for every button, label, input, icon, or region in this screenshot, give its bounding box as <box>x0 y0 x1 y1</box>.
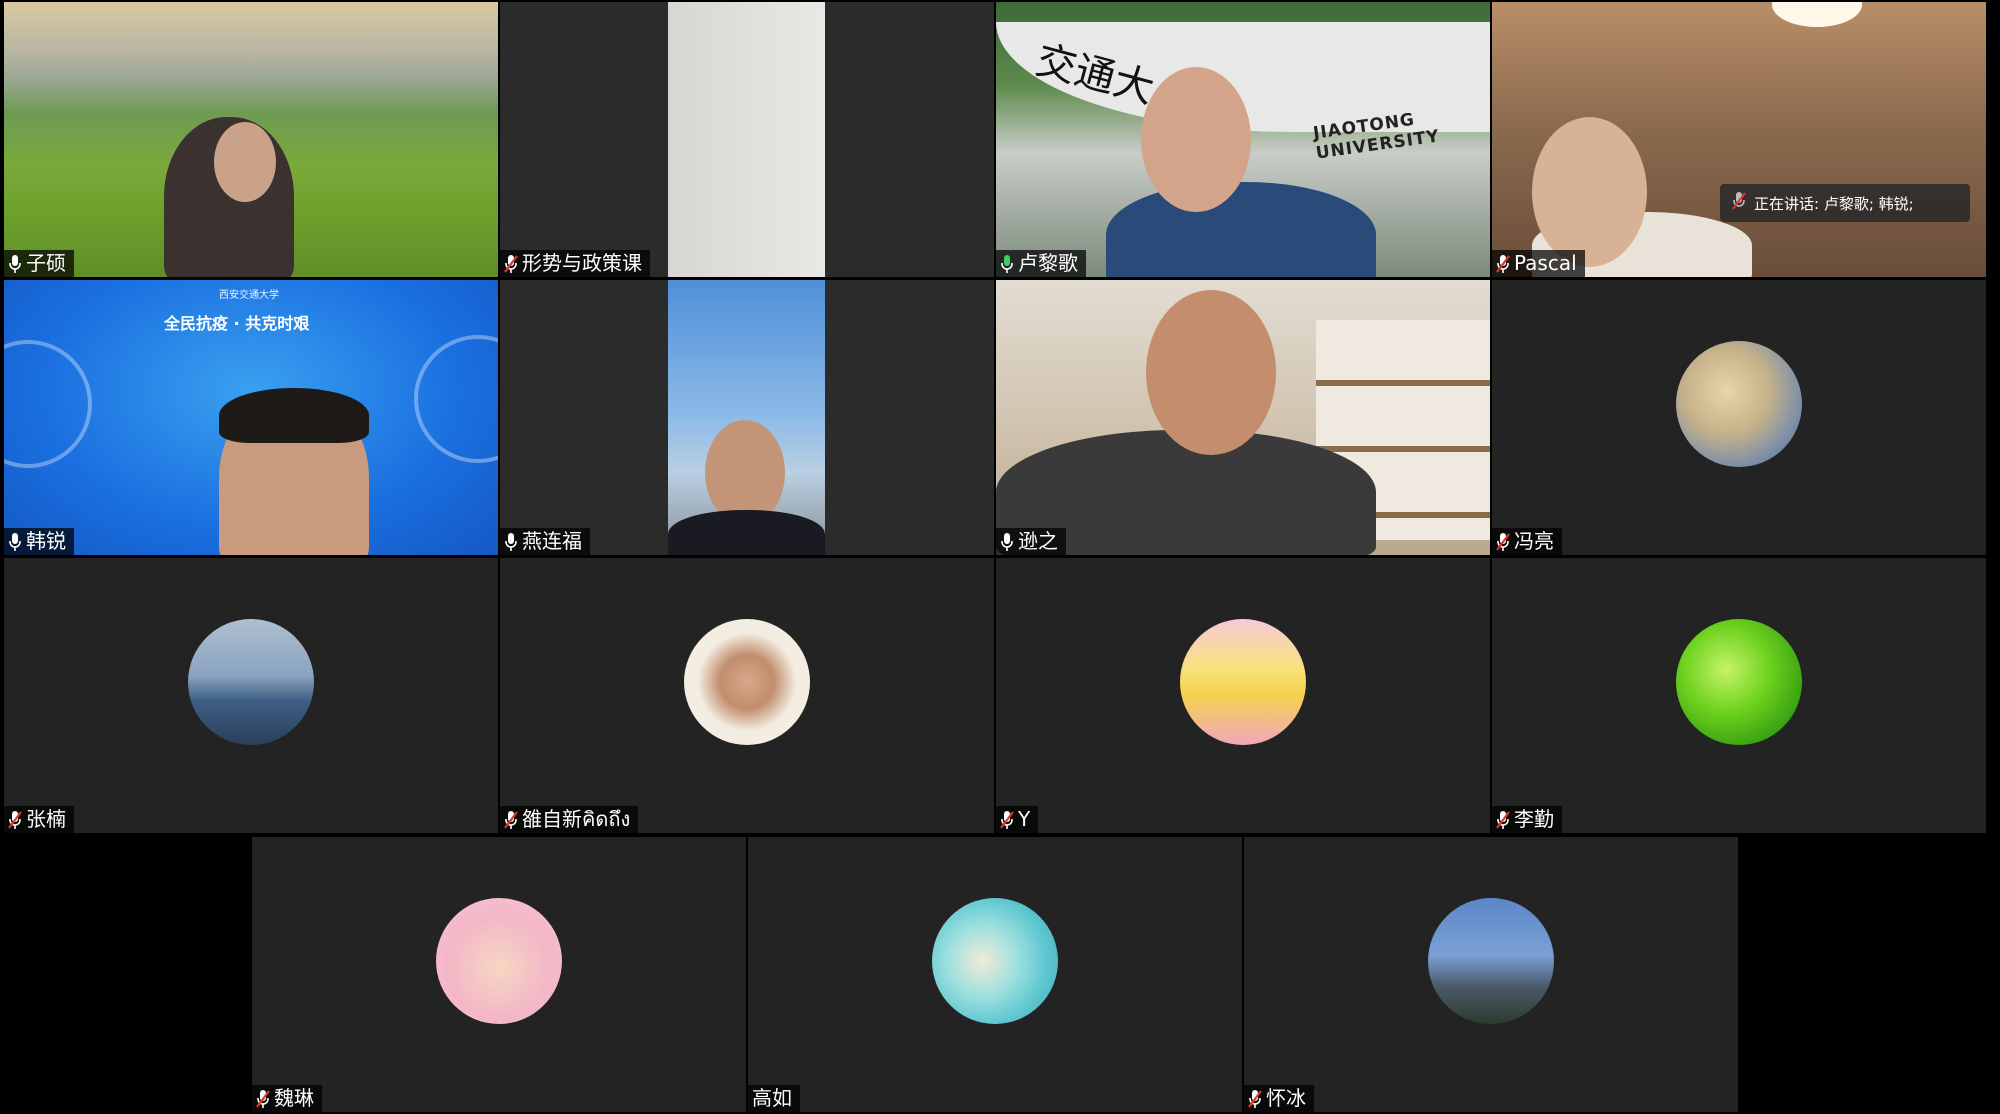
name-label: 冯亮 <box>1492 528 1562 555</box>
video-tile-hanrui[interactable]: 西安交通大学 全民抗疫 · 共克时艰 韩锐 <box>4 280 498 555</box>
muted-microphone-icon <box>8 810 22 830</box>
participant-name: 雒自新คิดถึง <box>522 807 631 831</box>
name-label: Y <box>996 806 1039 833</box>
muted-microphone-icon <box>504 254 518 274</box>
muted-microphone-icon <box>1000 810 1014 830</box>
participant-name: 张楠 <box>26 807 66 831</box>
profile-avatar-beach-girl <box>932 898 1058 1024</box>
participant-name: 燕连福 <box>522 529 582 553</box>
name-label: 燕连福 <box>500 528 590 555</box>
participant-name: 李勤 <box>1514 807 1554 831</box>
microphone-icon <box>8 532 22 552</box>
participant-video-person <box>668 510 825 555</box>
banner-slogan: 全民抗疫 · 共克时艰 <box>164 314 310 333</box>
active-microphone-icon <box>1000 254 1014 274</box>
profile-avatar-anime-character <box>1180 619 1306 745</box>
participant-face <box>1146 290 1276 455</box>
participant-name: 冯亮 <box>1514 529 1554 553</box>
microphone-icon <box>504 532 518 552</box>
participant-name: Y <box>1018 807 1031 831</box>
name-label: 高如 <box>748 1085 800 1112</box>
speaking-indicator: 正在讲话: 卢黎歌; 韩锐; <box>1720 184 1970 222</box>
participant-name: 怀冰 <box>1266 1086 1306 1110</box>
video-tile-lulige[interactable]: 交通大 JIAOTONG UNIVERSITY 卢黎歌 <box>996 2 1490 277</box>
name-label: 张楠 <box>4 806 74 833</box>
muted-microphone-icon <box>504 810 518 830</box>
video-tile-xingshi[interactable]: 形势与政策课 <box>500 2 994 277</box>
video-tile-xunzhi[interactable]: 逊之 <box>996 280 1490 555</box>
speaking-text: 正在讲话: 卢黎歌; 韩锐; <box>1754 194 1914 213</box>
participant-name: 卢黎歌 <box>1018 251 1078 275</box>
microphone-icon <box>1000 532 1014 552</box>
name-label: 卢黎歌 <box>996 250 1086 277</box>
video-tile-pascal[interactable]: Pascal <box>1492 2 1986 277</box>
participant-name: 魏琳 <box>274 1086 314 1110</box>
participant-name: 子硕 <box>26 251 66 275</box>
participant-face <box>214 122 276 202</box>
profile-avatar-seaside <box>188 619 314 745</box>
avatar-tile-gaoru[interactable]: 高如 <box>748 837 1242 1112</box>
name-label: 子硕 <box>4 250 74 277</box>
participant-face <box>1532 117 1647 267</box>
name-label: 雒自新คิดถึง <box>500 806 639 833</box>
muted-microphone-icon <box>1496 532 1510 552</box>
speaker-icon <box>1732 191 1746 215</box>
name-label: 形势与政策课 <box>500 250 650 277</box>
profile-avatar-painting <box>1676 341 1802 467</box>
participant-video-person <box>1106 182 1376 277</box>
avatar-tile-weilin[interactable]: 魏琳 <box>252 837 746 1112</box>
video-tile-zishuo[interactable]: 子硕 <box>4 2 498 277</box>
name-label: 李勤 <box>1492 806 1562 833</box>
profile-avatar-green-apple <box>1676 619 1802 745</box>
avatar-tile-fengliang[interactable]: 冯亮 <box>1492 280 1986 555</box>
muted-microphone-icon <box>1496 254 1510 274</box>
participant-name: 逊之 <box>1018 529 1058 553</box>
avatar-tile-y[interactable]: Y <box>996 558 1490 833</box>
muted-microphone-icon <box>1496 810 1510 830</box>
name-label: 魏琳 <box>252 1085 322 1112</box>
wall-image <box>668 2 825 277</box>
avatar-tile-liqin[interactable]: 李勤 <box>1492 558 1986 833</box>
avatar-tile-zhangnan[interactable]: 张楠 <box>4 558 498 833</box>
banner-top-text: 西安交通大学 <box>219 290 279 301</box>
name-label: 逊之 <box>996 528 1066 555</box>
name-label: Pascal <box>1492 250 1585 277</box>
participant-name: Pascal <box>1514 251 1577 275</box>
microphone-icon <box>8 254 22 274</box>
name-label: 怀冰 <box>1244 1085 1314 1112</box>
video-tile-yanlianfu[interactable]: 燕连福 <box>500 280 994 555</box>
participant-name: 韩锐 <box>26 529 66 553</box>
name-label: 韩锐 <box>4 528 74 555</box>
profile-avatar-cow-sketch <box>684 619 810 745</box>
muted-microphone-icon <box>1248 1089 1262 1109</box>
participant-name: 形势与政策课 <box>522 251 642 275</box>
muted-microphone-icon <box>256 1089 270 1109</box>
participant-hair <box>219 388 369 443</box>
avatar-tile-huaibing[interactable]: 怀冰 <box>1244 837 1738 1112</box>
profile-avatar-pagoda <box>1428 898 1554 1024</box>
participant-face <box>1141 67 1251 212</box>
profile-avatar-cartoon-couple <box>436 898 562 1024</box>
participant-name: 高如 <box>752 1086 792 1110</box>
avatar-tile-luozixin[interactable]: 雒自新คิดถึง <box>500 558 994 833</box>
